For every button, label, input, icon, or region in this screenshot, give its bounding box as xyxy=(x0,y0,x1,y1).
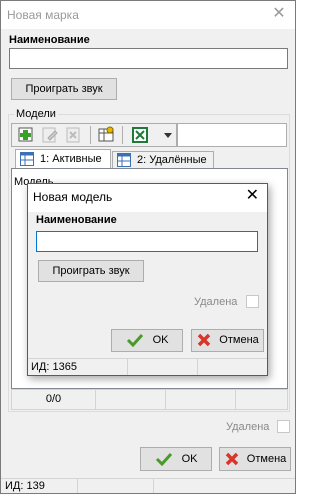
outer-window-title: Новая марка xyxy=(7,8,79,22)
outer-name-field[interactable] xyxy=(9,48,288,69)
delete-icon[interactable] xyxy=(64,125,84,145)
checkmark-green-icon xyxy=(126,334,143,348)
dialog-ok-button[interactable]: OK xyxy=(111,329,183,352)
tab-deleted-label: 2: Удалённые xyxy=(137,154,207,166)
dialog-title: Новая модель xyxy=(33,190,113,204)
x-red-icon xyxy=(197,333,211,347)
grid-status-cell xyxy=(96,390,166,409)
dialog-name-field[interactable] xyxy=(36,231,258,252)
status-separator xyxy=(77,479,78,493)
close-icon[interactable]: ✕ xyxy=(271,6,287,22)
outer-deleted-label: Удалена xyxy=(226,421,270,433)
dialog-status-bar: ИД: 1365 xyxy=(28,358,267,375)
outer-deleted-checkbox[interactable] xyxy=(277,420,290,433)
status-separator xyxy=(153,479,154,493)
close-icon[interactable]: ✕ xyxy=(246,188,259,204)
excel-export-icon[interactable] xyxy=(130,125,150,145)
outer-id-label: ИД: 139 xyxy=(5,480,45,492)
tab-active[interactable]: 1: Активные xyxy=(15,149,111,169)
chevron-down-icon[interactable] xyxy=(158,125,178,145)
status-separator xyxy=(197,359,198,375)
dialog-name-label: Наименование xyxy=(36,214,117,226)
tab-deleted[interactable]: 2: Удалённые xyxy=(112,151,214,169)
table-settings-icon[interactable] xyxy=(96,125,116,145)
toolbar-separator xyxy=(122,126,123,144)
dialog-title-bar[interactable]: Новая модель ✕ xyxy=(28,184,267,212)
toolbar-search-field[interactable] xyxy=(177,123,287,147)
edit-icon[interactable] xyxy=(40,125,60,145)
tab-active-label: 1: Активные xyxy=(40,153,102,165)
table-grid-icon xyxy=(117,153,131,167)
add-green-icon[interactable] xyxy=(16,125,36,145)
new-model-dialog: Новая модель ✕ Наименование Проиграть зв… xyxy=(27,183,268,376)
models-group-label: Модели xyxy=(14,108,58,120)
outer-cancel-button[interactable]: Отмена xyxy=(219,447,291,471)
outer-ok-button[interactable]: OK xyxy=(140,447,212,471)
outer-play-sound-button[interactable]: Проиграть звук xyxy=(11,78,117,100)
dialog-deleted-checkbox[interactable] xyxy=(246,295,259,308)
grid-record-count: 0/0 xyxy=(12,390,96,409)
dialog-id-label: ИД: 1365 xyxy=(31,361,77,373)
toolbar-separator xyxy=(90,126,91,144)
dialog-cancel-button[interactable]: Отмена xyxy=(191,329,264,352)
dialog-deleted-label: Удалена xyxy=(194,296,238,308)
outer-status-bar: ИД: 139 xyxy=(1,478,295,493)
outer-name-label: Наименование xyxy=(9,34,90,46)
grid-status-bar: 0/0 xyxy=(11,389,288,410)
table-grid-icon xyxy=(20,152,34,166)
dialog-play-sound-button[interactable]: Проиграть звук xyxy=(38,260,144,282)
status-separator xyxy=(127,359,128,375)
outer-title-bar[interactable]: Новая марка ✕ xyxy=(1,1,295,29)
grid-status-cell xyxy=(166,390,236,409)
x-red-icon xyxy=(225,452,238,466)
models-toolbar xyxy=(11,123,177,147)
checkmark-green-icon xyxy=(155,453,172,467)
